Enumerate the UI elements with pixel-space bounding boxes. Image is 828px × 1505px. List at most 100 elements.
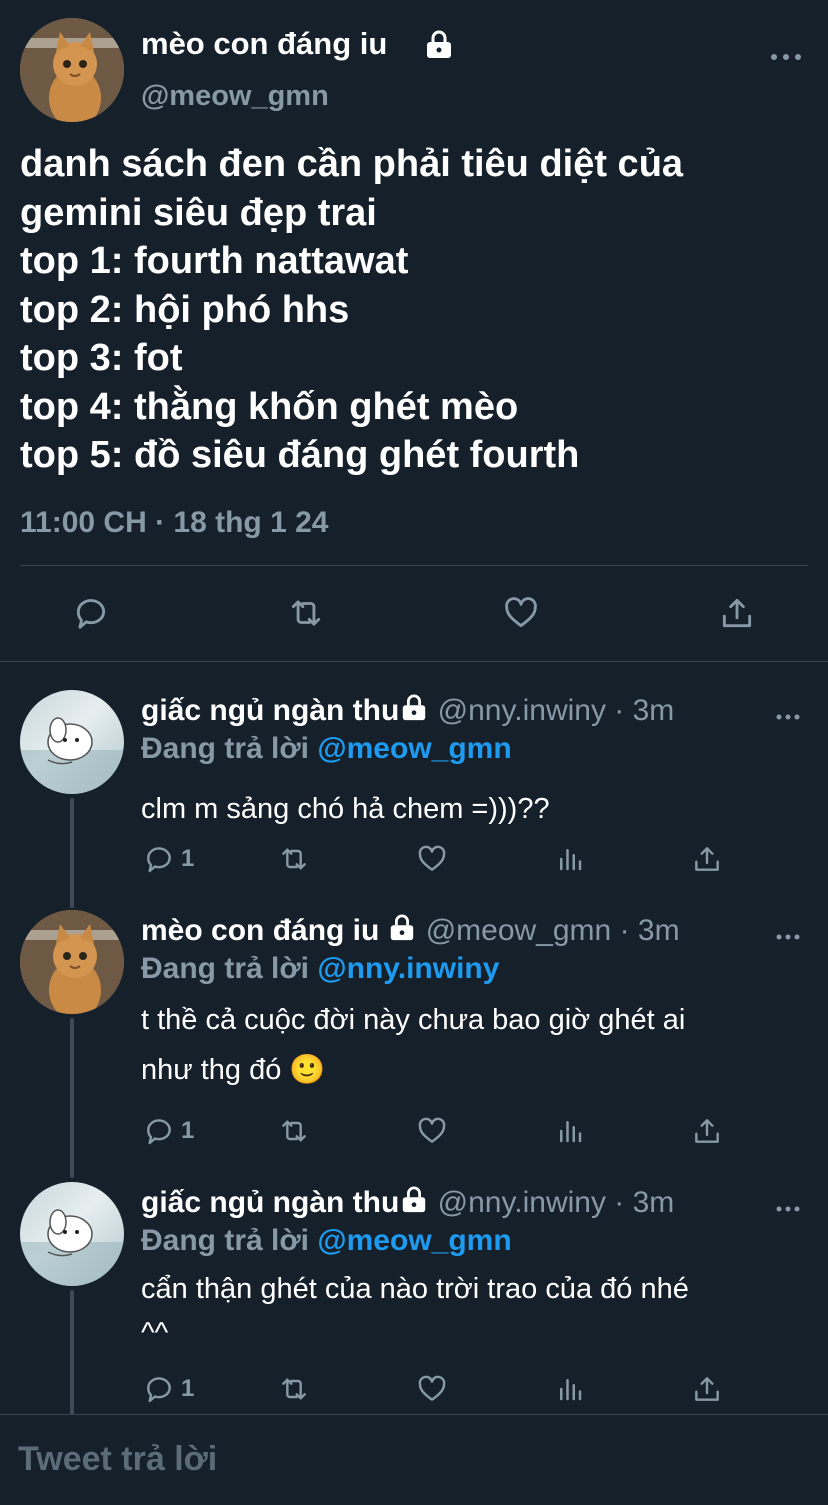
main-tweet-timestamp[interactable]: 11:00 CH · 18 thg 1 24: [20, 506, 328, 540]
retweet-icon: [282, 848, 306, 870]
reply-author-handle[interactable]: @nny.inwiny: [438, 694, 606, 727]
reply-compose-input[interactable]: Tweet trả lời: [18, 1440, 217, 1479]
reply-header: giấc ngủ ngàn thu @nny.inwiny · 3m: [141, 694, 674, 730]
analytics-icon: [560, 1121, 582, 1143]
reply-button[interactable]: 1: [143, 1373, 194, 1405]
reply-author-name[interactable]: mèo con đáng iu: [141, 914, 379, 947]
reply-text-line: clm m sảng chó hả chem =)))??: [141, 793, 550, 825]
thread-connector: [70, 1018, 74, 1178]
reply-author-avatar[interactable]: [20, 1182, 124, 1286]
analytics-button[interactable]: [555, 843, 585, 875]
tweet-line: danh sách đen cần phải tiêu diệt của: [20, 143, 684, 185]
reply-author-avatar[interactable]: [20, 690, 124, 794]
replying-to-line: Đang trả lời @nny.inwiny: [141, 952, 499, 986]
reply-text: clm m sảng chó hả chem =)))??: [141, 784, 550, 834]
reply-button[interactable]: [72, 594, 110, 632]
more-options-icon[interactable]: [770, 48, 802, 66]
like-button[interactable]: [416, 1373, 448, 1405]
reply-icon: [147, 1377, 171, 1403]
share-button[interactable]: [691, 1115, 723, 1147]
analytics-button[interactable]: [555, 1373, 585, 1405]
replying-to-mention[interactable]: @meow_gmn: [317, 732, 511, 765]
replying-to-line: Đang trả lời @meow_gmn: [141, 732, 512, 766]
replying-to-mention[interactable]: @meow_gmn: [317, 1224, 511, 1257]
more-options-icon[interactable]: [776, 707, 800, 725]
share-icon: [695, 1377, 719, 1401]
retweet-button[interactable]: [277, 1115, 311, 1147]
reply-author-name[interactable]: giấc ngủ ngàn thu: [141, 1186, 399, 1219]
reply-text-line: cẩn thận ghét của nào trời trao của đó n…: [141, 1273, 689, 1305]
replying-to-prefix: Đang trả lời: [141, 732, 310, 765]
reply-author-avatar[interactable]: [20, 910, 124, 1014]
divider: [20, 565, 808, 566]
retweet-icon: [282, 1120, 306, 1142]
main-author-avatar[interactable]: [20, 18, 124, 122]
replying-to-mention[interactable]: @nny.inwiny: [317, 952, 499, 985]
divider: [0, 1414, 828, 1415]
replying-to-line: Đang trả lời @meow_gmn: [141, 1224, 512, 1258]
reply-author-handle[interactable]: @meow_gmn: [426, 914, 612, 947]
reply-icon: [147, 1119, 171, 1145]
reply-icon: [76, 599, 106, 629]
like-button[interactable]: [416, 1115, 448, 1147]
thread-connector: [70, 798, 74, 908]
like-button[interactable]: [416, 843, 448, 875]
tweet-line: gemini siêu đẹp trai: [20, 191, 377, 234]
reply-text: cẩn thận ghét của nào trời trao của đó n…: [141, 1267, 689, 1355]
reply-author-name[interactable]: giấc ngủ ngàn thu: [141, 694, 399, 727]
tweet-line: top 3: fot: [20, 337, 183, 379]
lock-icon: [387, 914, 417, 950]
thread-connector: [70, 1290, 74, 1415]
analytics-button[interactable]: [555, 1115, 585, 1147]
tweet-line: top 4: thằng khốn ghét mèo: [20, 385, 519, 428]
share-icon: [695, 847, 719, 871]
retweet-button[interactable]: [286, 594, 326, 632]
reply-count: 1: [181, 1117, 195, 1144]
heart-icon: [418, 845, 446, 871]
analytics-icon: [560, 849, 582, 871]
main-author-name[interactable]: mèo con đáng iu: [141, 26, 387, 62]
retweet-button[interactable]: [277, 1373, 311, 1405]
reply-count: 1: [181, 1375, 195, 1402]
retweet-icon: [282, 1378, 306, 1400]
lock-icon: [399, 1186, 429, 1222]
reply-button[interactable]: 1: [143, 843, 194, 875]
reply-count: 1: [181, 845, 195, 872]
main-author-handle[interactable]: @meow_gmn: [141, 80, 329, 113]
share-button[interactable]: [718, 594, 756, 632]
reply-header: mèo con đáng iu @meow_gmn · 3m: [141, 914, 680, 950]
reply-time[interactable]: · 3m: [614, 694, 674, 727]
reply-header: giấc ngủ ngàn thu @nny.inwiny · 3m: [141, 1186, 674, 1222]
main-tweet-text: danh sách đen cần phải tiêu diệt của gem…: [20, 140, 683, 480]
reply-icon: [147, 847, 171, 873]
more-options-icon[interactable]: [776, 1199, 800, 1217]
reply-text-line: như thg đó 🙂: [141, 1054, 326, 1086]
reply-time[interactable]: · 3m: [614, 1186, 674, 1219]
reply-time[interactable]: · 3m: [620, 914, 680, 947]
reply-author-handle[interactable]: @nny.inwiny: [438, 1186, 606, 1219]
replying-to-prefix: Đang trả lời: [141, 1224, 310, 1257]
share-button[interactable]: [691, 1373, 723, 1405]
retweet-icon: [291, 600, 321, 626]
lock-icon: [424, 30, 454, 65]
reply-text-line: t thề cả cuộc đời này chưa bao giờ ghét …: [141, 1004, 686, 1036]
reply-text: t thề cả cuộc đời này chưa bao giờ ghét …: [141, 995, 685, 1095]
tweet-line: top 1: fourth nattawat: [20, 240, 409, 282]
share-icon: [722, 598, 752, 628]
retweet-button[interactable]: [277, 843, 311, 875]
reply-button[interactable]: 1: [143, 1115, 194, 1147]
heart-icon: [418, 1375, 446, 1401]
tweet-line: top 2: hội phó hhs: [20, 288, 350, 331]
heart-icon: [418, 1117, 446, 1143]
reply-text-line: ^^: [141, 1317, 169, 1349]
divider: [0, 661, 828, 662]
share-button[interactable]: [691, 843, 723, 875]
replying-to-prefix: Đang trả lời: [141, 952, 310, 985]
lock-icon: [399, 694, 429, 730]
heart-icon: [505, 597, 537, 628]
more-options-icon[interactable]: [776, 927, 800, 945]
tweet-line: top 5: đồ siêu đáng ghét fourth: [20, 434, 580, 476]
share-icon: [695, 1119, 719, 1143]
like-button[interactable]: [502, 594, 540, 632]
analytics-icon: [560, 1379, 582, 1401]
